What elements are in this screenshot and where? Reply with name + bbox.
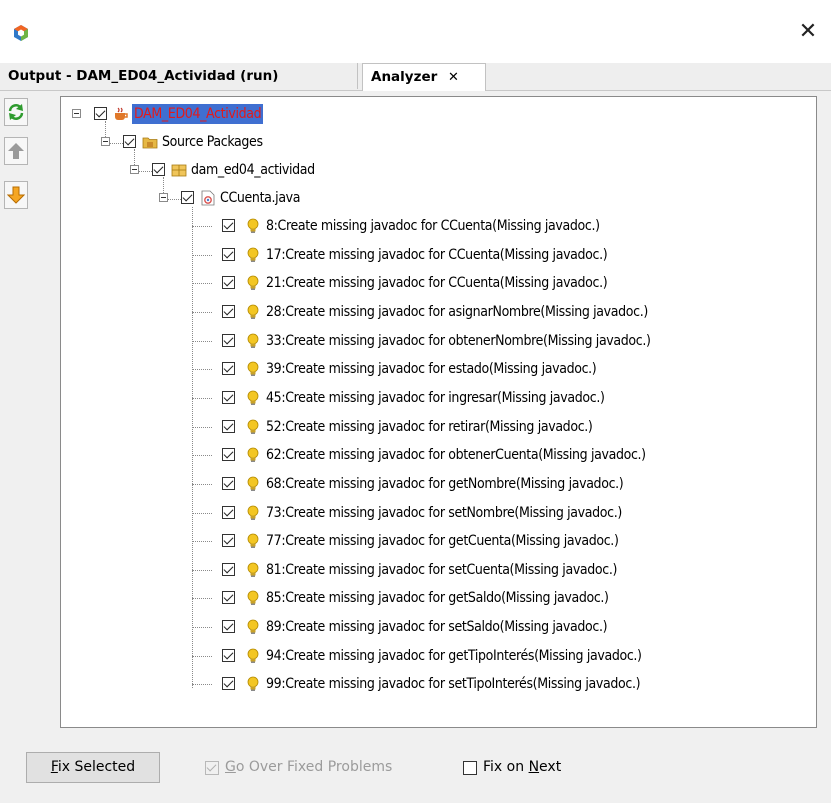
collapse-icon[interactable]	[101, 137, 110, 146]
item-checkbox[interactable]	[222, 591, 235, 604]
folder-icon	[142, 137, 158, 149]
source-packages-checkbox[interactable]	[123, 135, 136, 148]
go-over-fixed-checkbox-box[interactable]	[205, 761, 219, 775]
next-button[interactable]	[4, 181, 28, 209]
item-checkbox[interactable]	[222, 305, 235, 318]
coffee-cup-icon	[115, 107, 128, 120]
lightbulb-icon	[247, 447, 259, 462]
lightbulb-icon	[247, 390, 259, 405]
lightbulb-icon	[247, 476, 259, 491]
tab-output-label: Output - DAM_ED04_Actividad (run)	[8, 68, 279, 84]
tree-item-label: 81:Create missing javadoc for setCuenta(…	[266, 562, 618, 578]
file-checkbox[interactable]	[181, 191, 194, 204]
item-checkbox[interactable]	[222, 477, 235, 490]
lightbulb-icon	[247, 648, 259, 663]
tab-analyzer-close-icon[interactable]: ✕	[448, 70, 459, 85]
tree-item-label: 85:Create missing javadoc for getSaldo(M…	[266, 590, 609, 606]
previous-button[interactable]	[4, 137, 28, 165]
tree-item-label: 99:Create missing javadoc for setTipoInt…	[266, 676, 641, 692]
bottom-bar: Fix Selected Go Over Fixed Problems Fix …	[0, 740, 831, 803]
lightbulb-icon	[247, 218, 259, 233]
package-checkbox[interactable]	[152, 163, 165, 176]
tree-item-label: 94:Create missing javadoc for getTipoInt…	[266, 648, 642, 664]
analyzer-tree[interactable]: DAM_ED04_Actividad Source Packages dam_e…	[60, 96, 817, 728]
tree-node-package-label: dam_ed04_actividad	[191, 162, 315, 178]
item-checkbox[interactable]	[222, 334, 235, 347]
refresh-icon	[8, 104, 24, 120]
item-checkbox[interactable]	[222, 677, 235, 690]
item-checkbox[interactable]	[222, 420, 235, 433]
item-checkbox[interactable]	[222, 219, 235, 232]
tree-item-label: 45:Create missing javadoc for ingresar(M…	[266, 390, 605, 406]
lightbulb-icon	[247, 333, 259, 348]
item-checkbox[interactable]	[222, 391, 235, 404]
item-checkbox[interactable]	[222, 248, 235, 261]
lightbulb-icon	[247, 533, 259, 548]
lightbulb-icon	[247, 247, 259, 262]
lightbulb-icon	[247, 562, 259, 577]
lightbulb-icon	[247, 275, 259, 290]
tab-output[interactable]: Output - DAM_ED04_Actividad (run)	[0, 63, 358, 89]
item-checkbox[interactable]	[222, 620, 235, 633]
tree-item-label: 21:Create missing javadoc for CCuenta(Mi…	[266, 275, 608, 291]
lightbulb-icon	[247, 676, 259, 691]
lightbulb-icon	[247, 304, 259, 319]
tree-item-label: 33:Create missing javadoc for obtenerNom…	[266, 333, 651, 349]
arrow-up-icon	[8, 143, 24, 159]
tree-item-label: 39:Create missing javadoc for estado(Mis…	[266, 361, 597, 377]
item-checkbox[interactable]	[222, 563, 235, 576]
tree-item-label: 89:Create missing javadoc for setSaldo(M…	[266, 619, 608, 635]
tab-analyzer-label: Analyzer	[371, 69, 438, 85]
refresh-button[interactable]	[4, 98, 28, 126]
tree-item-label: 62:Create missing javadoc for obtenerCue…	[266, 447, 646, 463]
lightbulb-icon	[247, 505, 259, 520]
window-titlebar: ✕	[0, 0, 831, 64]
item-checkbox[interactable]	[222, 448, 235, 461]
arrow-down-icon	[7, 186, 25, 204]
tree-item-label: 17:Create missing javadoc for CCuenta(Mi…	[266, 247, 608, 263]
tree-node-file-label: CCuenta.java	[220, 190, 301, 206]
tab-analyzer[interactable]: Analyzer ✕	[362, 63, 486, 91]
tree-item-label: 73:Create missing javadoc for setNombre(…	[266, 505, 622, 521]
item-checkbox[interactable]	[222, 506, 235, 519]
tree-item-label: 8:Create missing javadoc for CCuenta(Mis…	[266, 218, 600, 234]
tree-node-project-label: DAM_ED04_Actividad	[132, 104, 264, 124]
tree-item-label: 77:Create missing javadoc for getCuenta(…	[266, 533, 619, 549]
fix-selected-button[interactable]: Fix Selected	[26, 752, 160, 783]
collapse-icon[interactable]	[159, 193, 168, 202]
item-checkbox[interactable]	[222, 534, 235, 547]
java-file-icon	[201, 190, 215, 206]
item-checkbox[interactable]	[222, 649, 235, 662]
lightbulb-icon	[247, 419, 259, 434]
project-checkbox[interactable]	[94, 107, 107, 120]
tree-node-source-packages-label: Source Packages	[162, 134, 263, 150]
package-icon	[171, 164, 187, 177]
collapse-icon[interactable]	[72, 109, 81, 118]
item-checkbox[interactable]	[222, 276, 235, 289]
lightbulb-icon	[247, 619, 259, 634]
tab-bar: Output - DAM_ED04_Actividad (run) Analyz…	[0, 63, 831, 91]
tree-item-label: 28:Create missing javadoc for asignarNom…	[266, 304, 648, 320]
lightbulb-icon	[247, 361, 259, 376]
tree-item-label: 52:Create missing javadoc for retirar(Mi…	[266, 419, 593, 435]
window-close-button[interactable]: ✕	[785, 10, 831, 54]
collapse-icon[interactable]	[130, 165, 139, 174]
netbeans-logo-icon	[14, 25, 28, 41]
tree-item-label: 68:Create missing javadoc for getNombre(…	[266, 476, 624, 492]
lightbulb-icon	[247, 590, 259, 605]
item-checkbox[interactable]	[222, 362, 235, 375]
fix-on-next-checkbox-box[interactable]	[463, 761, 477, 775]
